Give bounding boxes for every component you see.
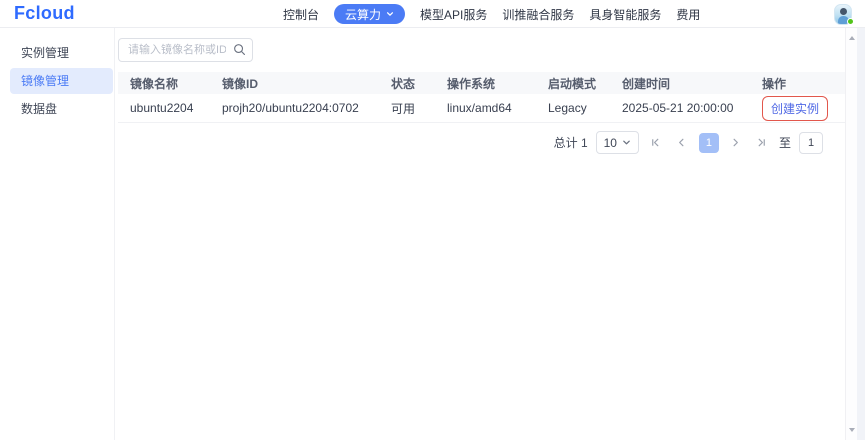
page-size-value: 10 <box>604 136 617 150</box>
nav-item-model-api[interactable]: 模型API服务 <box>420 6 487 23</box>
nav-item-cloud-compute[interactable]: 云算力 <box>334 4 405 24</box>
table-header-row: 镜像名称 镜像ID 状态 操作系统 启动模式 创建时间 操作 <box>118 72 845 94</box>
cell-image-name: ubuntu2204 <box>118 101 210 115</box>
logo[interactable]: Fcloud <box>14 3 75 24</box>
goto-page-input[interactable] <box>799 132 823 154</box>
total-count-label: 总计 1 <box>554 134 588 151</box>
cell-image-id: projh20/ubuntu2204:0702 <box>210 101 379 115</box>
chevron-down-icon <box>386 10 394 18</box>
avatar-head-shape <box>840 8 847 15</box>
goto-page-label: 至 <box>779 134 791 151</box>
prev-page-button[interactable] <box>673 134 691 152</box>
cell-os: linux/amd64 <box>435 101 536 115</box>
col-header-image-id: 镜像ID <box>210 75 379 92</box>
image-management-page: Fcloud 控制台 云算力 模型API服务 训推融合服务 具身智能服务 费用 <box>0 0 865 440</box>
page-size-select[interactable]: 10 <box>596 131 639 154</box>
user-avatar[interactable] <box>833 4 853 25</box>
search-box <box>118 38 253 62</box>
annotation-highlight-box: 创建实例 <box>762 96 828 121</box>
pagination: 总计 1 10 <box>118 131 823 154</box>
scroll-down-icon[interactable] <box>849 428 855 432</box>
nav-item-embodied-ai[interactable]: 具身智能服务 <box>589 6 661 23</box>
create-instance-link[interactable]: 创建实例 <box>771 102 819 116</box>
cell-status: 可用 <box>379 100 435 117</box>
nav-item-billing[interactable]: 费用 <box>676 6 700 23</box>
col-header-actions: 操作 <box>750 75 845 92</box>
last-page-button[interactable] <box>753 134 771 152</box>
current-page-button[interactable]: 1 <box>699 133 719 153</box>
nav-item-train-infer[interactable]: 训推融合服务 <box>502 6 574 23</box>
image-table: 镜像名称 镜像ID 状态 操作系统 启动模式 创建时间 操作 ubuntu220… <box>118 72 845 123</box>
nav-item-console[interactable]: 控制台 <box>283 6 319 23</box>
sidebar-item-data-disk[interactable]: 数据盘 <box>10 96 113 122</box>
col-header-os: 操作系统 <box>435 75 536 92</box>
cell-boot-mode: Legacy <box>536 101 610 115</box>
content-area: 实例管理 镜像管理 数据盘 镜像名称 镜像ID 状态 操作系统 启动模式 <box>0 28 865 440</box>
top-header: Fcloud 控制台 云算力 模型API服务 训推融合服务 具身智能服务 费用 <box>0 0 865 28</box>
nav-item-cloud-compute-label: 云算力 <box>345 6 381 23</box>
sidebar-item-image-management[interactable]: 镜像管理 <box>10 68 113 94</box>
table-row: ubuntu2204 projh20/ubuntu2204:0702 可用 li… <box>118 94 845 123</box>
cell-actions: 创建实例 <box>750 96 845 121</box>
next-page-button[interactable] <box>727 134 745 152</box>
main-panel: 镜像名称 镜像ID 状态 操作系统 启动模式 创建时间 操作 ubuntu220… <box>115 28 845 440</box>
sidebar-item-instance-management[interactable]: 实例管理 <box>10 40 113 66</box>
vertical-scrollbar[interactable] <box>845 28 857 440</box>
col-header-created-at: 创建时间 <box>610 75 750 92</box>
search-icon[interactable] <box>233 43 246 56</box>
sidebar: 实例管理 镜像管理 数据盘 <box>0 28 115 440</box>
right-gutter <box>857 28 865 440</box>
online-status-dot <box>847 18 854 25</box>
col-header-image-name: 镜像名称 <box>118 75 210 92</box>
chevron-down-icon <box>622 138 631 147</box>
col-header-status: 状态 <box>379 75 435 92</box>
col-header-boot-mode: 启动模式 <box>536 75 610 92</box>
scroll-up-icon[interactable] <box>849 36 855 40</box>
cell-created-at: 2025-05-21 20:00:00 <box>610 101 750 115</box>
top-nav: 控制台 云算力 模型API服务 训推融合服务 具身智能服务 费用 <box>283 0 700 28</box>
first-page-button[interactable] <box>647 134 665 152</box>
